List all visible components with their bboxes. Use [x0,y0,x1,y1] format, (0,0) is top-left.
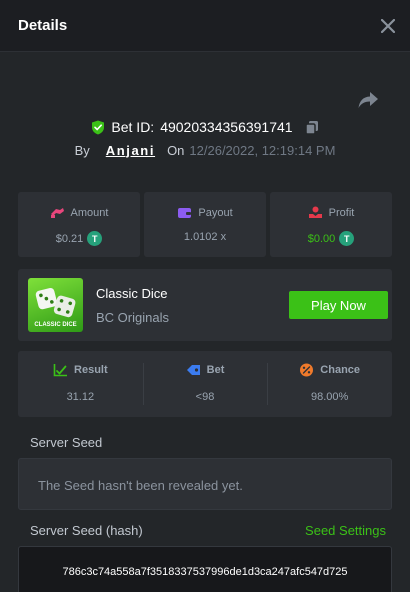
stat-amount-value: $0.21 [55,232,84,245]
verified-shield-icon [92,120,105,134]
stat-amount-label: Amount [70,206,109,219]
detail-bet: Bet <98 [142,351,268,417]
stat-amount: Amount $0.21 T [18,192,140,257]
tether-icon: T [339,231,355,246]
close-icon [381,19,395,33]
stat-payout-value: 1.0102 x [183,231,227,243]
on-label: On [167,142,185,158]
bet-meta-row: By Anjani On 12/26/2022, 12:19:14 PM [0,141,410,159]
seed-settings-link[interactable]: Seed Settings [305,523,386,538]
bet-details-panel: Details Bet ID: 49020334356391741 By Anj… [0,0,410,592]
detail-chance: Chance 98.00% [267,351,392,417]
detail-bet-label: Bet [206,364,225,376]
bet-stats: Amount $0.21 T Payout 1.0102 x Profit $0… [18,192,392,257]
chance-icon [300,363,314,377]
bet-result-details: Result 31.12 Bet <98 Chance 98.00% [18,351,392,417]
close-button[interactable] [376,14,400,38]
game-thumb-text: CLASSIC DICE [34,322,77,328]
stat-profit-label: Profit [328,206,355,219]
bet-date: 12/26/2022, 12:19:14 PM [189,142,336,158]
detail-result-label: Result [74,364,108,376]
game-name: Classic Dice [96,286,168,301]
bet-id-row: Bet ID: 49020334356391741 [0,117,410,137]
game-provider: BC Originals [96,310,169,325]
bet-id-value: 49020334356391741 [160,119,293,135]
server-seed-hash-box[interactable]: 786c3c74a558a7f3518337537996de1d3ca247af… [18,546,392,592]
server-seed-box: The Seed hasn't been revealed yet. [18,458,392,510]
page-title: Details [18,17,68,34]
detail-chance-value: 98.00% [311,391,349,403]
stat-profit-value: $0.00 [307,232,336,245]
stat-payout: Payout 1.0102 x [144,192,266,257]
user-link[interactable]: Anjani [106,143,155,158]
detail-chance-label: Chance [320,364,361,376]
result-icon [53,364,68,377]
server-seed-label: Server Seed [30,435,103,450]
by-label: By [74,142,90,158]
detail-result-value: 31.12 [66,391,95,403]
server-seed-text: The Seed hasn't been revealed yet. [38,478,243,493]
wallet-icon [178,208,192,218]
stat-payout-label: Payout [198,206,233,219]
server-seed-hash-label: Server Seed (hash) [30,523,143,538]
copy-icon[interactable] [304,120,319,135]
header: Details [0,0,410,52]
bet-id-label: Bet ID: [111,119,155,135]
share-icon[interactable] [357,89,379,111]
profit-icon [308,206,322,218]
stat-profit: Profit $0.00 T [270,192,392,257]
detail-bet-value: <98 [195,391,215,403]
detail-result: Result 31.12 [18,351,143,417]
amount-icon [50,208,64,218]
game-card: CLASSIC DICE Classic Dice BC Originals P… [18,269,392,341]
server-seed-hash: 786c3c74a558a7f3518337537996de1d3ca247af… [62,566,348,578]
bet-tag-icon [186,365,200,375]
tether-icon: T [87,231,103,246]
game-thumbnail[interactable]: CLASSIC DICE [28,278,83,332]
play-now-button[interactable]: Play Now [289,291,388,319]
